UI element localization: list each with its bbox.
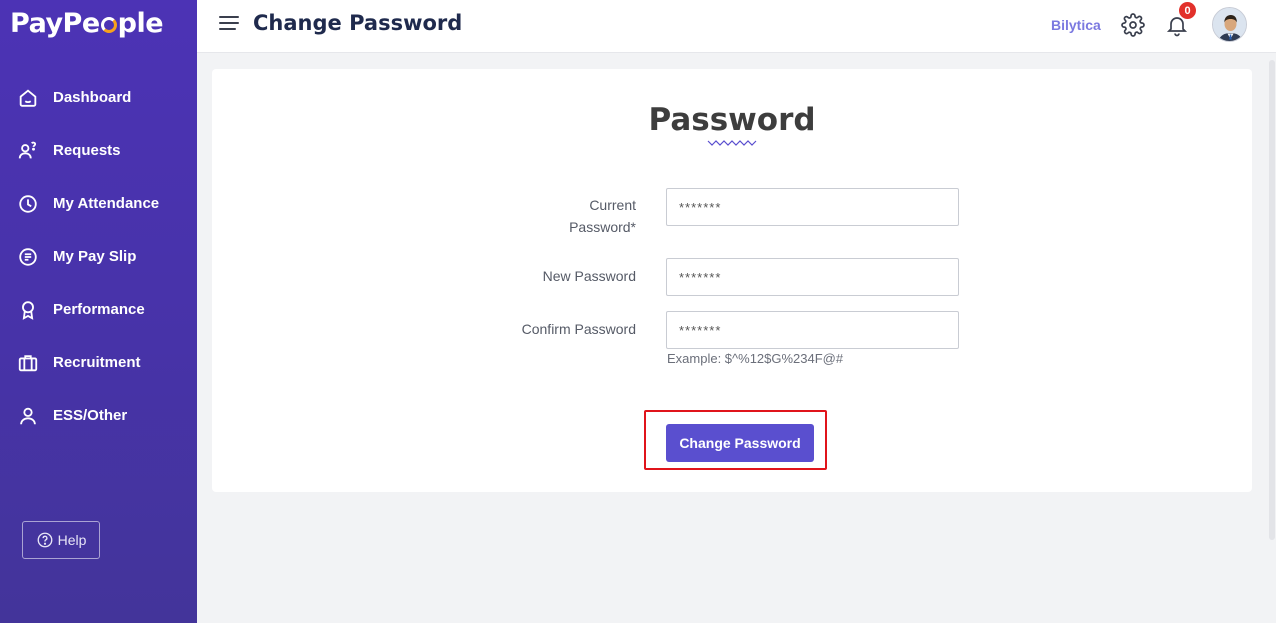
sidebar-item-label: Recruitment (53, 354, 141, 371)
form-heading: Password (648, 102, 816, 138)
home-icon (19, 88, 37, 107)
question-circle-icon (37, 532, 53, 548)
current-password-label: Current Password* (569, 197, 636, 235)
squiggle-underline-icon (707, 140, 757, 146)
payslip-icon (19, 247, 37, 266)
new-password-label: New Password (542, 268, 636, 284)
password-example-hint: Example: $^%12$G%234F@# (667, 351, 844, 366)
paypeople-logo[interactable]: PayPe ple (10, 8, 164, 39)
sidebar-item-label: Requests (53, 142, 121, 159)
top-bar: Change Password Bilytica 0 (197, 0, 1276, 53)
avatar[interactable] (1212, 7, 1247, 42)
sidebar-item-label: My Attendance (53, 195, 160, 212)
sidebar-item-dashboard[interactable]: Dashboard (0, 71, 197, 124)
sidebar-item-requests[interactable]: Requests (0, 124, 197, 177)
sidebar-item-label: ESS/Other (53, 407, 128, 424)
new-password-field[interactable] (666, 258, 959, 296)
gear-icon[interactable] (1121, 13, 1145, 37)
sidebar-item-ess-other[interactable]: ESS/Other (0, 389, 197, 442)
logo-text-start: PayPe (10, 8, 100, 39)
award-icon (22, 300, 34, 320)
current-password-field[interactable] (666, 188, 959, 226)
scrollbar-thumb[interactable] (1269, 60, 1275, 540)
sidebar-item-label: Performance (53, 301, 145, 318)
notification-badge: 0 (1178, 1, 1197, 20)
logo-text-end: ple (117, 8, 164, 39)
user-avatar-icon (1213, 8, 1246, 41)
sidebar-item-label: Dashboard (53, 89, 132, 106)
help-button[interactable]: Help (22, 521, 100, 559)
logo-ring-icon (100, 17, 117, 33)
sidebar-nav: Dashboard Requests My Attendance My Pay … (0, 71, 197, 442)
request-user-icon (18, 141, 37, 158)
help-label: Help (57, 532, 87, 548)
sidebar-item-performance[interactable]: Performance (0, 283, 197, 336)
sidebar-item-my-pay-slip[interactable]: My Pay Slip (0, 230, 197, 283)
hamburger-menu-icon[interactable] (219, 16, 239, 34)
sidebar-item-my-attendance[interactable]: My Attendance (0, 177, 197, 230)
company-name[interactable]: Bilytica (1051, 17, 1101, 33)
sidebar-item-label: My Pay Slip (53, 248, 137, 265)
change-password-card: Password Current Password* New Password … (212, 69, 1252, 492)
sidebar: PayPe ple Dashboard Requests My Attendanc… (0, 0, 197, 623)
page-title: Change Password (253, 11, 463, 35)
sidebar-item-recruitment[interactable]: Recruitment (0, 336, 197, 389)
clock-icon (19, 194, 37, 213)
confirm-password-label: Confirm Password (521, 321, 636, 337)
briefcase-icon (18, 354, 38, 371)
change-password-button[interactable]: Change Password (666, 424, 814, 462)
person-icon (20, 407, 36, 424)
confirm-password-field[interactable] (666, 311, 959, 349)
